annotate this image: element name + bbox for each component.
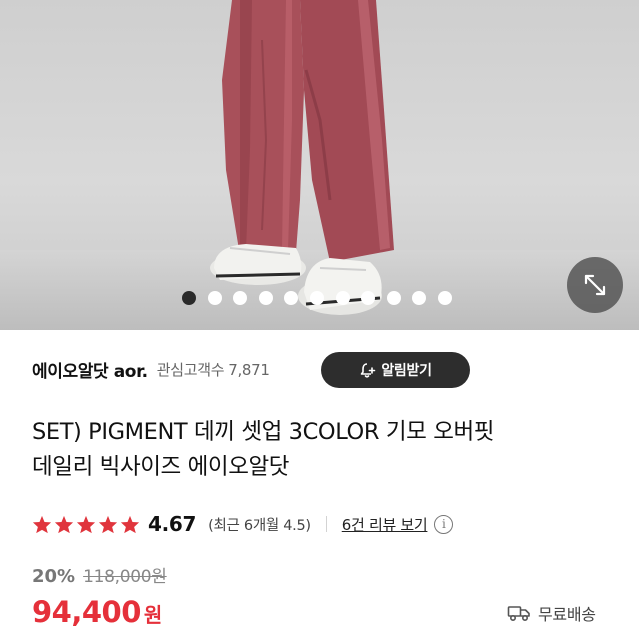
followers-info: 관심고객수 7,871 (157, 359, 270, 380)
shop-row: 에이오알닷 aor. 관심고객수 7,871 알림받기 (32, 352, 639, 388)
rating-stars (32, 515, 140, 534)
carousel-dot[interactable] (233, 291, 248, 305)
carousel-pagination (182, 291, 452, 305)
product-image[interactable] (0, 0, 639, 330)
notify-button[interactable]: 알림받기 (321, 352, 470, 388)
discount-row: 20% 118,000원 (32, 562, 167, 587)
price-currency: 원 (143, 603, 163, 627)
pants-illustration (210, 0, 394, 315)
carousel-dot[interactable] (437, 291, 452, 305)
original-price: 118,000원 (83, 567, 167, 587)
discount-rate: 20% (32, 566, 76, 587)
star-icon (76, 515, 96, 533)
carousel-dot[interactable] (335, 291, 350, 305)
recent-rating: (최근 6개월 4.5) (208, 517, 311, 534)
price-row: 94,400 원 (32, 595, 162, 629)
star-icon (32, 515, 52, 533)
rating-divider (325, 516, 327, 532)
truck-icon (507, 606, 530, 622)
expand-image-button[interactable] (567, 257, 623, 313)
carousel-dot[interactable] (207, 291, 222, 305)
bell-plus-icon (361, 362, 376, 378)
carousel-dot[interactable] (412, 291, 427, 305)
shipping-info: 무료배송 (507, 601, 596, 625)
product-title: SET) PIGMENT 데끼 셋업 3COLOR 기모 오버핏 데일리 빅사이… (32, 415, 632, 485)
rating-value: 4.67 (148, 512, 197, 536)
product-title-line1: SET) PIGMENT 데끼 셋업 3COLOR 기모 오버핏 (32, 419, 495, 445)
followers-count: 7,871 (228, 360, 270, 379)
star-icon (54, 515, 74, 533)
product-title-line2: 데일리 빅사이즈 에이오알닷 (32, 454, 290, 480)
carousel-dot[interactable] (309, 291, 324, 305)
expand-arrows-icon (584, 274, 606, 296)
shipping-label: 무료배송 (538, 605, 596, 624)
sale-price: 94,400 (32, 595, 141, 629)
reviews-link[interactable]: 6건 리뷰 보기 (342, 514, 428, 535)
rating-row: 4.67 (최근 6개월 4.5) 6건 리뷰 보기 i (32, 510, 454, 538)
carousel-dot[interactable] (361, 291, 376, 305)
star-icon (98, 515, 118, 533)
carousel-dot[interactable] (386, 291, 401, 305)
notify-label: 알림받기 (381, 363, 432, 379)
carousel-dot[interactable] (182, 291, 196, 305)
shop-name[interactable]: 에이오알닷 aor. (32, 357, 148, 382)
star-icon (120, 515, 140, 533)
carousel-dot[interactable] (258, 291, 273, 305)
carousel-dot[interactable] (284, 291, 299, 305)
info-icon[interactable]: i (434, 514, 454, 534)
followers-label: 관심고객수 (156, 360, 225, 379)
